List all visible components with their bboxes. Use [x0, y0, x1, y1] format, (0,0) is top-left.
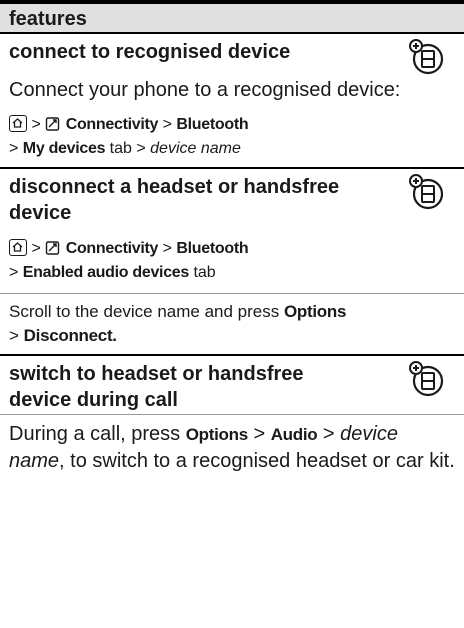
connectivity-menu-icon	[46, 117, 60, 131]
page: features connect to recognised device Co…	[0, 0, 464, 628]
section-title-text: disconnect a headset or handsfree device	[9, 176, 340, 224]
menu-path-line1: > Connectivity > Bluetooth	[0, 113, 464, 137]
section-body: Scroll to the device name and press Opti…	[9, 302, 347, 345]
table-header: features	[0, 0, 464, 34]
section-title-text: connect to recognised device	[9, 41, 291, 63]
section-title-connect: connect to recognised device	[0, 34, 464, 75]
section-body: Connect your phone to a recognised devic…	[9, 79, 401, 101]
connectivity-menu-icon	[46, 241, 60, 255]
network-feature-icon	[409, 39, 444, 75]
section-title-switch: switch to headset or handsfree device du…	[0, 356, 464, 414]
home-key-icon	[9, 239, 27, 256]
network-feature-icon	[409, 174, 444, 210]
menu-path-line1: > Connectivity > Bluetooth	[0, 237, 464, 261]
home-key-icon	[9, 115, 27, 132]
section-title-disconnect: disconnect a headset or handsfree device	[0, 169, 464, 227]
section-body: During a call, press Options > Audio > d…	[9, 423, 455, 472]
network-feature-icon	[409, 361, 444, 397]
menu-path-line2: > Enabled audio devices tab	[9, 264, 216, 281]
menu-path-line2: > My devices tab > device name	[9, 140, 241, 157]
section-title-text: switch to headset or handsfree device du…	[9, 363, 304, 411]
header-title: features	[9, 8, 87, 30]
